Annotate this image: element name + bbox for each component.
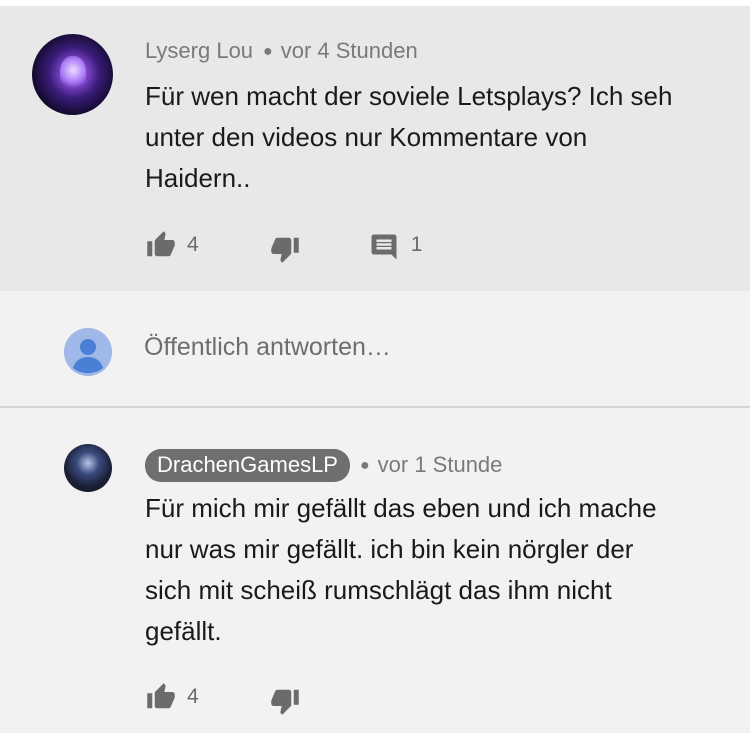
- reply-input[interactable]: Öffentlich antworten…: [144, 333, 391, 362]
- reply-line: gefällt.: [145, 616, 222, 646]
- author-avatar[interactable]: [32, 34, 113, 115]
- like-count: 4: [187, 233, 199, 256]
- comment-line: Für wen macht der soviele Letsplays? Ich…: [145, 81, 673, 111]
- comment-header: Lyserg Lou ● vor 4 Stunden: [145, 38, 418, 64]
- reply-author-chip[interactable]: DrachenGamesLP: [145, 449, 350, 482]
- reply-actions: 4: [145, 678, 301, 716]
- reply-line: Für mich mir gefällt das eben und ich ma…: [145, 493, 657, 523]
- reply-count[interactable]: 1: [411, 233, 423, 257]
- user-avatar: [64, 328, 112, 376]
- separator-dot: ●: [263, 43, 273, 60]
- comment-line: unter den videos nur Kommentare von: [145, 122, 588, 152]
- reply-text: Für mich mir gefällt das eben und ich ma…: [145, 488, 657, 652]
- comment-line: Haidern..: [145, 163, 251, 193]
- default-user-icon: [64, 328, 112, 376]
- divider: [0, 406, 750, 408]
- thumbs-up-icon[interactable]: [145, 682, 177, 712]
- reply-header: DrachenGamesLP ● vor 1 Stunde: [145, 449, 502, 482]
- thumbs-down-icon[interactable]: [269, 234, 301, 264]
- reply-line: nur was mir gefällt. ich bin kein nörgle…: [145, 534, 634, 564]
- reply-time: vor 1 Stunde: [377, 452, 503, 477]
- comments-page: Lyserg Lou ● vor 4 Stunden Für wen macht d…: [0, 0, 750, 733]
- thumbs-up-icon[interactable]: [145, 230, 177, 260]
- reply-like-count: 4: [187, 685, 199, 708]
- separator-dot: ●: [359, 457, 370, 474]
- author-name[interactable]: Lyserg Lou: [145, 38, 253, 63]
- comment-time: vor 4 Stunden: [280, 38, 418, 63]
- comment-text: Für wen macht der soviele Letsplays? Ich…: [145, 76, 672, 199]
- reply-line: sich mit scheiß rumschlägt das ihm nicht: [145, 575, 612, 605]
- comment-icon[interactable]: [369, 232, 399, 262]
- comment-actions: 4 1: [145, 226, 422, 264]
- reply-author-avatar[interactable]: [64, 444, 112, 492]
- thumbs-down-icon[interactable]: [269, 686, 301, 716]
